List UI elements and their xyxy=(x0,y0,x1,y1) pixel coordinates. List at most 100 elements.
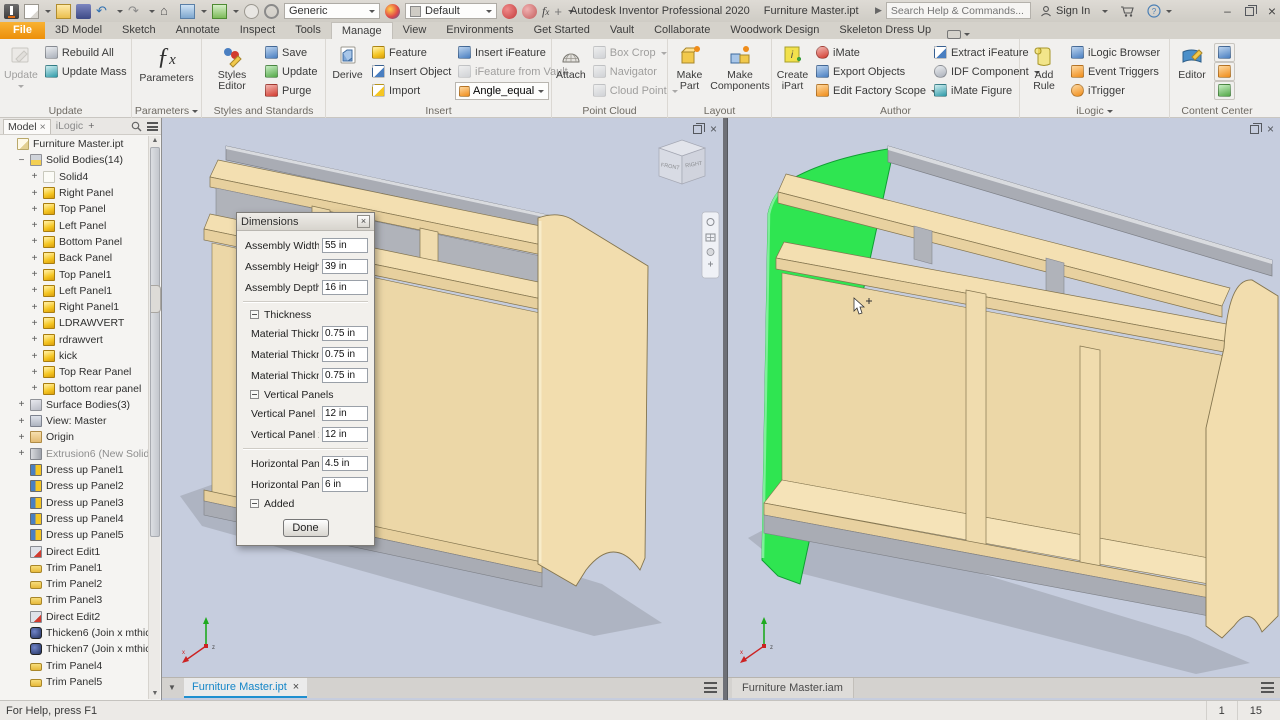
imate-figure-button[interactable]: iMate Figure xyxy=(931,81,1017,100)
viewcube[interactable]: FRONT RIGHT xyxy=(659,140,705,184)
help-icon[interactable]: ? xyxy=(1147,4,1161,18)
scroll-up-icon[interactable]: ▲ xyxy=(151,137,159,145)
style-purge-button[interactable]: Purge xyxy=(262,81,320,100)
tree-expander-icon[interactable]: + xyxy=(30,368,39,377)
tree-item[interactable]: +Back Panel xyxy=(0,250,148,266)
right-tabbar-menu-icon[interactable] xyxy=(1261,682,1274,693)
tree-expander-icon[interactable]: + xyxy=(30,352,39,361)
tree-item[interactable]: +Left Panel xyxy=(0,217,148,233)
rebuild-all-button[interactable]: Rebuild All xyxy=(42,43,130,62)
dialog-section-vertical-panels[interactable]: Vertical Panels xyxy=(243,386,368,403)
ribbon-tab-woodwork-design[interactable]: Woodwork Design xyxy=(720,22,829,39)
browser-tab-ilogic[interactable]: iLogic xyxy=(56,120,83,132)
tree-expander-icon[interactable]: + xyxy=(30,384,39,393)
tree-expander-icon[interactable]: + xyxy=(30,189,39,198)
doc-tab-close-icon[interactable]: × xyxy=(293,681,299,693)
styles-editor-button[interactable]: Styles Editor xyxy=(204,42,260,92)
collapse-section-icon[interactable] xyxy=(250,499,259,508)
browser-search-icon[interactable] xyxy=(131,121,142,132)
tree-item[interactable]: −Solid Bodies(14) xyxy=(0,152,148,168)
cc-editor-button[interactable]: Editor xyxy=(1172,42,1212,81)
horizontal-panel-1-input[interactable] xyxy=(322,456,368,471)
adjust-appearance-icon[interactable] xyxy=(502,4,517,19)
parameters-button[interactable]: ƒx Parameters xyxy=(137,42,197,84)
help-sphere-icon[interactable] xyxy=(264,4,279,19)
assembly-height-input[interactable] xyxy=(322,259,368,274)
tree-item[interactable]: +Left Panel1 xyxy=(0,283,148,299)
ribbon-tab-vault[interactable]: Vault xyxy=(600,22,644,39)
ribbon-tab-manage[interactable]: Manage xyxy=(331,22,393,39)
vertical-panel-1-input[interactable] xyxy=(322,406,368,421)
group-label-parameters[interactable]: Parameters xyxy=(134,104,199,118)
collapse-section-icon[interactable] xyxy=(250,390,259,399)
insert-object-button[interactable]: Insert Object xyxy=(369,62,453,81)
tree-item[interactable]: +rdrawvert xyxy=(0,332,148,348)
tree-item[interactable]: +bottom rear panel xyxy=(0,380,148,396)
tree-item[interactable]: Furniture Master.ipt xyxy=(0,136,148,152)
collapse-arrow-icon[interactable]: ▶ xyxy=(875,5,882,16)
tree-expander-icon[interactable]: + xyxy=(30,254,39,263)
material-thickness-2-input[interactable] xyxy=(322,347,368,362)
tree-item[interactable]: +Top Rear Panel xyxy=(0,364,148,380)
collapse-section-icon[interactable] xyxy=(250,310,259,319)
close-button[interactable]: × xyxy=(1268,3,1276,19)
tree-item[interactable]: +kick xyxy=(0,348,148,364)
open-button[interactable] xyxy=(56,4,71,19)
tree-item[interactable]: +Top Panel1 xyxy=(0,266,148,282)
create-ipart-button[interactable]: i Create iPart xyxy=(774,42,811,92)
doc-restore-icon[interactable] xyxy=(693,125,702,134)
home-button[interactable]: ⌂ xyxy=(160,4,175,19)
dialog-section-added[interactable]: Added xyxy=(243,495,368,512)
tree-item[interactable]: Thicken6 (Join x mthick / 2 ul) xyxy=(0,625,148,641)
tree-expander-icon[interactable]: + xyxy=(17,433,26,442)
appearance-combo[interactable]: Default xyxy=(405,3,497,19)
tree-item[interactable]: Trim Panel1 xyxy=(0,560,148,576)
tree-item[interactable]: Thicken7 (Join x mthick / 2 ul) xyxy=(0,641,148,657)
tree-item[interactable]: +Solid4 xyxy=(0,169,148,185)
horizontal-panel-2-input[interactable] xyxy=(322,477,368,492)
navigator-button[interactable]: Navigator xyxy=(590,62,681,81)
tree-expander-icon[interactable]: + xyxy=(30,270,39,279)
ribbon-tab-skeleton-dress-up[interactable]: Skeleton Dress Up xyxy=(829,22,941,39)
ribbon-tab-annotate[interactable]: Annotate xyxy=(166,22,230,39)
tree-item[interactable]: Dress up Panel4 xyxy=(0,511,148,527)
tree-item[interactable]: Trim Panel5 xyxy=(0,674,148,690)
render-dropdown-icon[interactable] xyxy=(201,10,207,16)
tree-item[interactable]: +View: Master xyxy=(0,413,148,429)
tree-expander-icon[interactable]: + xyxy=(30,172,39,181)
vertical-panel-2-input[interactable] xyxy=(322,427,368,442)
tree-expander-icon[interactable]: − xyxy=(17,156,26,165)
derive-button[interactable]: Derive xyxy=(328,42,367,81)
cc-batch-publish-button[interactable] xyxy=(1214,62,1235,81)
ilogic-browser-button[interactable]: iLogic Browser xyxy=(1068,43,1163,62)
tree-item[interactable]: +Extrusion6 (New Solid x depth) xyxy=(0,446,148,462)
undo-button[interactable]: ↶ xyxy=(96,4,111,19)
assembly-depth-input[interactable] xyxy=(322,280,368,295)
done-button[interactable]: Done xyxy=(283,519,329,537)
event-triggers-button[interactable]: Event Triggers xyxy=(1068,62,1163,81)
assembly-width-input[interactable] xyxy=(322,238,368,253)
dialog-close-button[interactable]: × xyxy=(357,215,370,228)
ribbon-tab-inspect[interactable]: Inspect xyxy=(230,22,285,39)
ribbon-tab-collaborate[interactable]: Collaborate xyxy=(644,22,720,39)
insert-dropdown-icon[interactable] xyxy=(233,10,239,16)
save-button[interactable] xyxy=(76,4,91,19)
tree-item[interactable]: +Top Panel xyxy=(0,201,148,217)
new-file-dropdown-icon[interactable] xyxy=(45,10,51,16)
ribbon-tab-environments[interactable]: Environments xyxy=(436,22,523,39)
insert-component-button[interactable] xyxy=(212,4,227,19)
tree-expander-icon[interactable]: + xyxy=(30,205,39,214)
ribbon-tab-tools[interactable]: Tools xyxy=(285,22,331,39)
sign-in-arrow-icon[interactable] xyxy=(1102,10,1108,16)
restore-button[interactable] xyxy=(1245,7,1254,16)
redo-button[interactable]: ↷ xyxy=(128,4,143,19)
group-label-ilogic[interactable]: iLogic xyxy=(1022,104,1167,118)
tree-item[interactable]: Dress up Panel1 xyxy=(0,462,148,478)
ribbon-display-options-button[interactable] xyxy=(947,29,970,39)
itrigger-button[interactable]: iTrigger xyxy=(1068,81,1163,100)
tree-expander-icon[interactable]: + xyxy=(17,449,26,458)
material-thickness-3-input[interactable] xyxy=(322,368,368,383)
import-button[interactable]: Import xyxy=(369,81,453,100)
clear-appearance-icon[interactable] xyxy=(522,4,537,19)
tree-item[interactable]: +LDRAWVERT xyxy=(0,315,148,331)
